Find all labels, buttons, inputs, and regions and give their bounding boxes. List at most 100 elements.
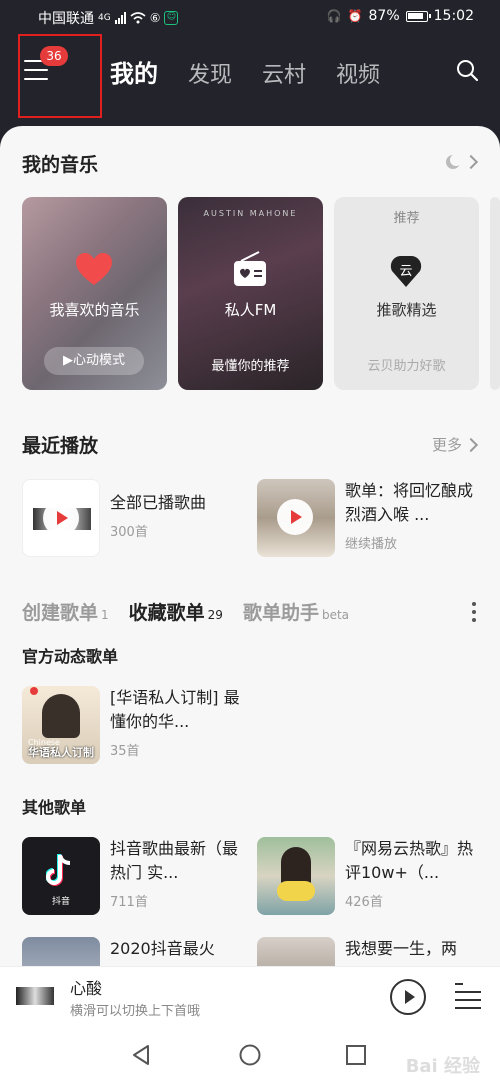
headphone-icon: 🎧 xyxy=(326,9,342,23)
header-nav: 36 我的 发现 云村 视频 xyxy=(0,34,500,118)
tab-collected-playlists[interactable]: 收藏歌单 29 xyxy=(129,598,223,625)
player-song-title: 心酸 xyxy=(70,979,103,998)
badge-dot xyxy=(30,687,38,695)
tab-mine[interactable]: 我的 xyxy=(110,54,158,89)
tiktok-icon xyxy=(46,854,71,886)
back-icon[interactable] xyxy=(130,1044,152,1066)
playlist-count: 35首 xyxy=(110,744,140,759)
player-album-art xyxy=(16,987,54,1005)
play-icon[interactable] xyxy=(43,500,79,536)
playlist-item[interactable]: 『网易云热歌』热评10w+（... 426首 xyxy=(257,837,475,915)
my-music-title: 我的音乐 xyxy=(22,154,99,176)
play-icon[interactable] xyxy=(277,499,313,535)
card-liked-music[interactable]: 我喜欢的音乐 ▶心动模式 xyxy=(22,197,167,390)
other-playlists-title: 其他歌单 xyxy=(22,798,87,817)
search-icon[interactable] xyxy=(456,59,478,81)
playlist-icon[interactable] xyxy=(455,983,481,1015)
card-sub: 云贝助力好歌 xyxy=(367,359,446,374)
recent-sub-text: 300首 xyxy=(110,525,148,540)
player-hint: 横滑可以切换上下首哦 xyxy=(70,1004,201,1019)
menu-button[interactable]: 36 xyxy=(18,34,102,118)
main-content: 我的音乐 我喜欢的音乐 ▶心动模式 AUSTIN MAHONE 私人FM 最懂你… xyxy=(0,126,500,966)
official-playlists-title: 官方动态歌单 xyxy=(22,647,119,666)
mini-player[interactable]: 心酸 横滑可以切换上下首哦 xyxy=(0,966,500,1024)
playlist-title: [华语私人订制] 最懂你的华... xyxy=(110,688,240,731)
playlist-title: 抖音歌曲最新（最热门 实... xyxy=(110,839,239,882)
card-title: 私人FM xyxy=(224,301,277,319)
chevron-right-icon xyxy=(463,437,479,452)
recents-icon[interactable] xyxy=(345,1044,367,1066)
playlist-title: 我想要一生，两 xyxy=(345,939,458,958)
tab-discover[interactable]: 发现 xyxy=(188,57,232,89)
main-tabs: 我的 发现 云村 视频 xyxy=(110,54,380,89)
tab-count: 1 xyxy=(101,608,109,622)
recent-item[interactable]: 全部已播歌曲 300首 xyxy=(22,479,230,557)
chevron-right-icon xyxy=(463,154,479,170)
alarm-icon: ⏰ xyxy=(347,9,363,23)
playlist-cover xyxy=(257,937,335,966)
playlist-item[interactable]: 2020抖音最火 xyxy=(22,937,240,966)
signal-icon xyxy=(114,12,126,24)
card-personal-fm[interactable]: AUSTIN MAHONE 私人FM 最懂你的推荐 xyxy=(178,197,323,390)
card-top-label: 推荐 xyxy=(393,211,420,226)
notification-badge: 36 xyxy=(40,46,68,66)
tab-label: 歌单助手 xyxy=(242,602,319,624)
recent-more-button[interactable]: 更多 xyxy=(431,434,479,455)
recent-sub-text: 继续播放 xyxy=(345,537,398,552)
card-title: 我喜欢的音乐 xyxy=(49,301,140,319)
playlist-title: 『网易云热歌』热评10w+（... xyxy=(345,839,474,882)
playlist-item[interactable]: 我想要一生，两 xyxy=(257,937,475,966)
system-nav-bar: Bai 经验 xyxy=(0,1024,500,1083)
recent-thumb xyxy=(22,479,100,557)
my-music-cards: 我喜欢的音乐 ▶心动模式 AUSTIN MAHONE 私人FM 最懂你的推荐 推… xyxy=(22,197,500,390)
playlist-cover: 抖音 xyxy=(22,837,100,915)
card-sub: 最懂你的推荐 xyxy=(211,359,290,374)
card-recommended[interactable]: 推荐 云 推歌精选 云贝助力好歌 xyxy=(334,197,479,390)
moon-icon xyxy=(446,154,462,169)
tab-village[interactable]: 云村 xyxy=(262,57,306,89)
playlist-item[interactable]: Chinese 华语私人订制 [华语私人订制] 最懂你的华... 35首 xyxy=(22,686,240,764)
netease-icon: ⑥ xyxy=(149,11,161,25)
tab-video[interactable]: 视频 xyxy=(336,57,380,89)
svg-text:云: 云 xyxy=(399,264,412,279)
carrier-label: 中国联通 xyxy=(38,11,94,27)
album-artist-text: AUSTIN MAHONE xyxy=(203,209,298,218)
network-label: 4G xyxy=(98,13,111,23)
more-options-icon[interactable] xyxy=(472,602,476,626)
home-icon[interactable] xyxy=(239,1044,261,1066)
cloud-coin-icon: 云 xyxy=(390,256,422,287)
wifi-icon xyxy=(130,12,146,24)
play-button[interactable] xyxy=(390,979,426,1015)
tab-created-playlists[interactable]: 创建歌单 1 xyxy=(22,598,109,625)
playlist-tabs: 创建歌单 1 收藏歌单 29 歌单助手 beta xyxy=(22,598,349,625)
recent-thumb xyxy=(257,479,335,557)
playlist-item[interactable]: 抖音 抖音歌曲最新（最热门 实... 711首 xyxy=(22,837,240,915)
playlist-title: 2020抖音最火 xyxy=(110,939,215,958)
my-music-more[interactable] xyxy=(444,153,479,171)
more-label: 更多 xyxy=(431,436,462,454)
tab-playlist-assistant[interactable]: 歌单助手 beta xyxy=(243,598,349,625)
tab-label: 收藏歌单 xyxy=(128,602,205,624)
playlist-count: 711首 xyxy=(110,895,148,910)
card-title: 推歌精选 xyxy=(376,301,437,319)
card-next-partial xyxy=(490,197,500,390)
playlist-cover: Chinese 华语私人订制 xyxy=(22,686,100,764)
battery-percent: 87% xyxy=(368,8,400,24)
recent-title-text: 全部已播歌曲 xyxy=(110,493,207,512)
playlist-cover xyxy=(257,837,335,915)
heartbeat-mode-button[interactable]: ▶心动模式 xyxy=(44,347,144,375)
status-bar: 中国联通 4G ⑥ ☺ 🎧 ⏰ 87% 15:02 xyxy=(0,0,500,34)
playlist-cover xyxy=(22,937,100,966)
recent-item[interactable]: 歌单：将回忆酿成烈酒入喉 ... 继续播放 xyxy=(257,479,475,557)
radio-icon xyxy=(234,251,266,286)
cover-text: 华语私人订制 xyxy=(28,746,94,759)
tab-count: beta xyxy=(321,608,350,622)
clock: 15:02 xyxy=(433,8,474,24)
flowers xyxy=(277,881,315,901)
portrait xyxy=(42,694,80,738)
heart-icon xyxy=(76,253,112,285)
tab-count: 29 xyxy=(207,608,223,622)
cover-text: 抖音 xyxy=(51,897,70,907)
tab-label: 创建歌单 xyxy=(22,602,99,624)
watermark: Bai 经验 xyxy=(405,1056,480,1077)
